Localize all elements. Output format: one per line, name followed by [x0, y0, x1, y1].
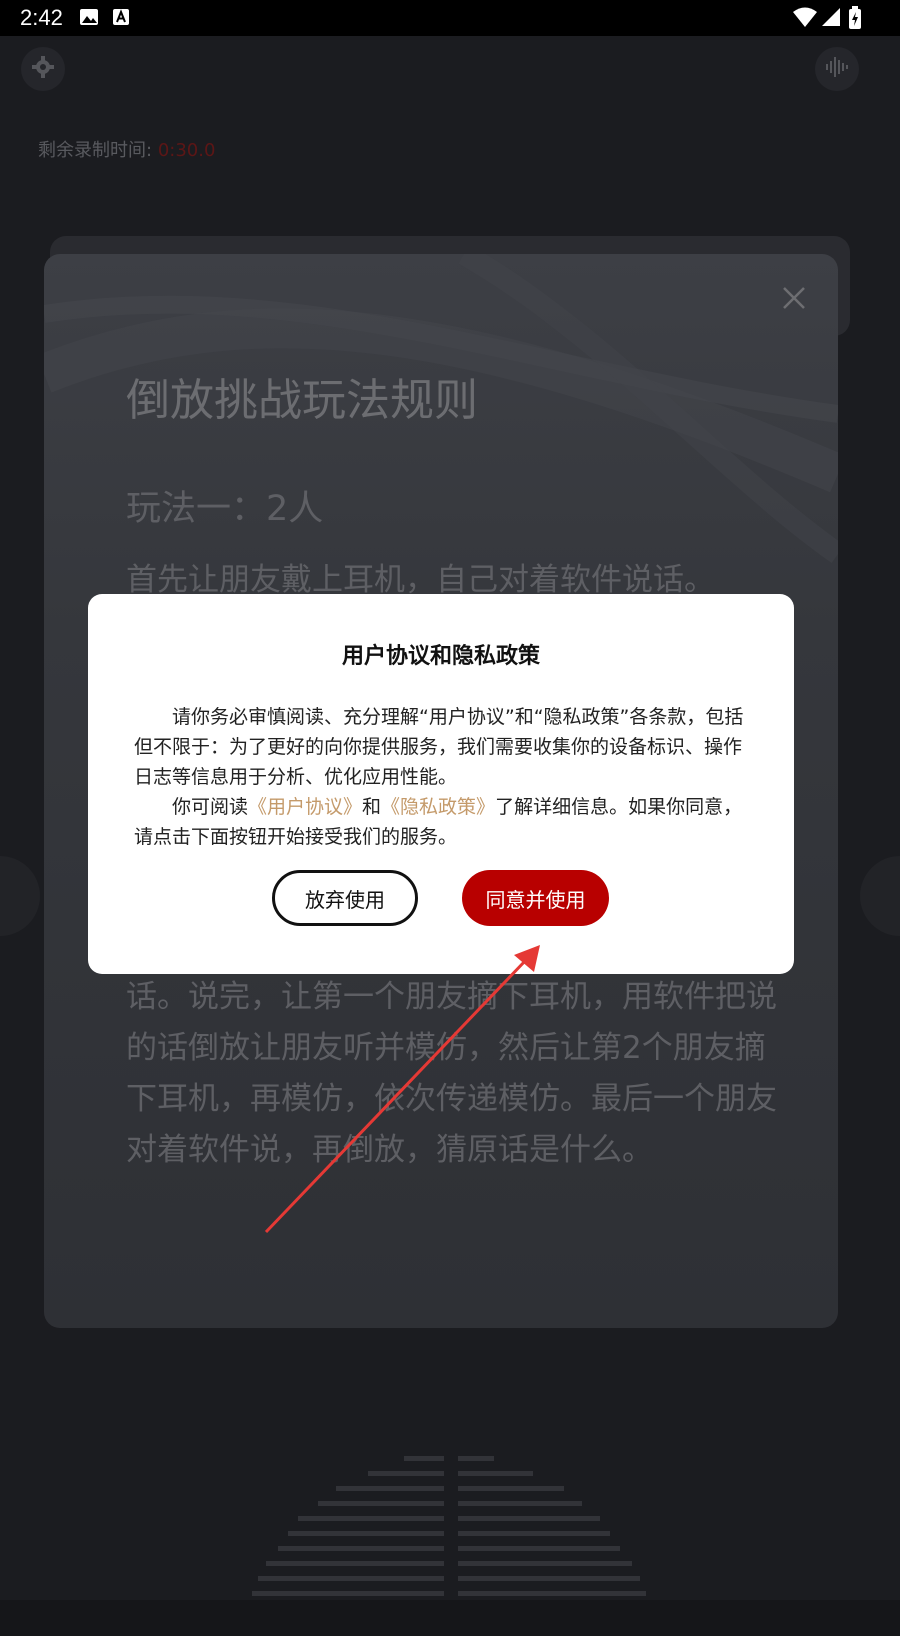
rules-title: 倒放挑战玩法规则 [126, 375, 478, 426]
privacy-policy-link[interactable]: 《隐私政策》 [381, 796, 495, 818]
dialog-paragraph-2-prefix: 你可阅读 [172, 796, 249, 818]
right-edge-handle [860, 856, 900, 936]
settings-button[interactable] [21, 47, 65, 91]
rules-text-2: 话。说完，让第一个朋友摘下耳机，用软件把说的话倒放让朋友听并模仿，然后让第2个朋… [126, 979, 777, 1168]
remaining-time-label: 剩余录制时间: [38, 140, 153, 161]
a-badge-icon [110, 6, 132, 32]
gear-icon [31, 55, 55, 83]
user-agreement-link[interactable]: 《用户协议》 [248, 796, 362, 818]
status-bar: 2:42 [0, 0, 900, 36]
wifi-icon [792, 6, 818, 32]
privacy-dialog: 用户协议和隐私政策 请你务必审慎阅读、充分理解“用户协议”和“隐私政策”各条款，… [88, 594, 794, 974]
close-icon[interactable] [780, 284, 808, 312]
waveform-icon [824, 55, 850, 83]
decline-button[interactable]: 放弃使用 [272, 870, 418, 926]
battery-charging-icon [848, 6, 862, 34]
agree-button[interactable]: 同意并使用 [462, 870, 609, 926]
audio-wave-button[interactable] [815, 47, 859, 91]
dialog-body: 请你务必审慎阅读、充分理解“用户协议”和“隐私政策”各条款，包括但不限于：为了更… [134, 702, 744, 852]
dialog-paragraph-1: 请你务必审慎阅读、充分理解“用户协议”和“隐私政策”各条款，包括但不限于：为了更… [134, 706, 744, 788]
dialog-paragraph-2-and: 和 [362, 796, 382, 818]
dialog-paragraph-2: 你可阅读《用户协议》和《隐私政策》了解详细信息。如果你同意，请点击下面按钮开始接… [134, 792, 744, 852]
image-icon [78, 6, 100, 32]
dialog-title: 用户协议和隐私政策 [341, 644, 540, 669]
remaining-time: 剩余录制时间: 0:30.0 [38, 136, 215, 162]
status-time: 2:42 [20, 5, 63, 30]
rules-subtitle: 玩法一：2人 [126, 489, 324, 529]
remaining-time-value: 0:30.0 [157, 140, 216, 161]
waveform-visual [252, 1456, 646, 1596]
rules-text-1: 首先让朋友戴上耳机，自己对着软件说话。 [126, 562, 715, 598]
signal-icon [820, 6, 842, 32]
left-edge-handle [0, 856, 40, 936]
